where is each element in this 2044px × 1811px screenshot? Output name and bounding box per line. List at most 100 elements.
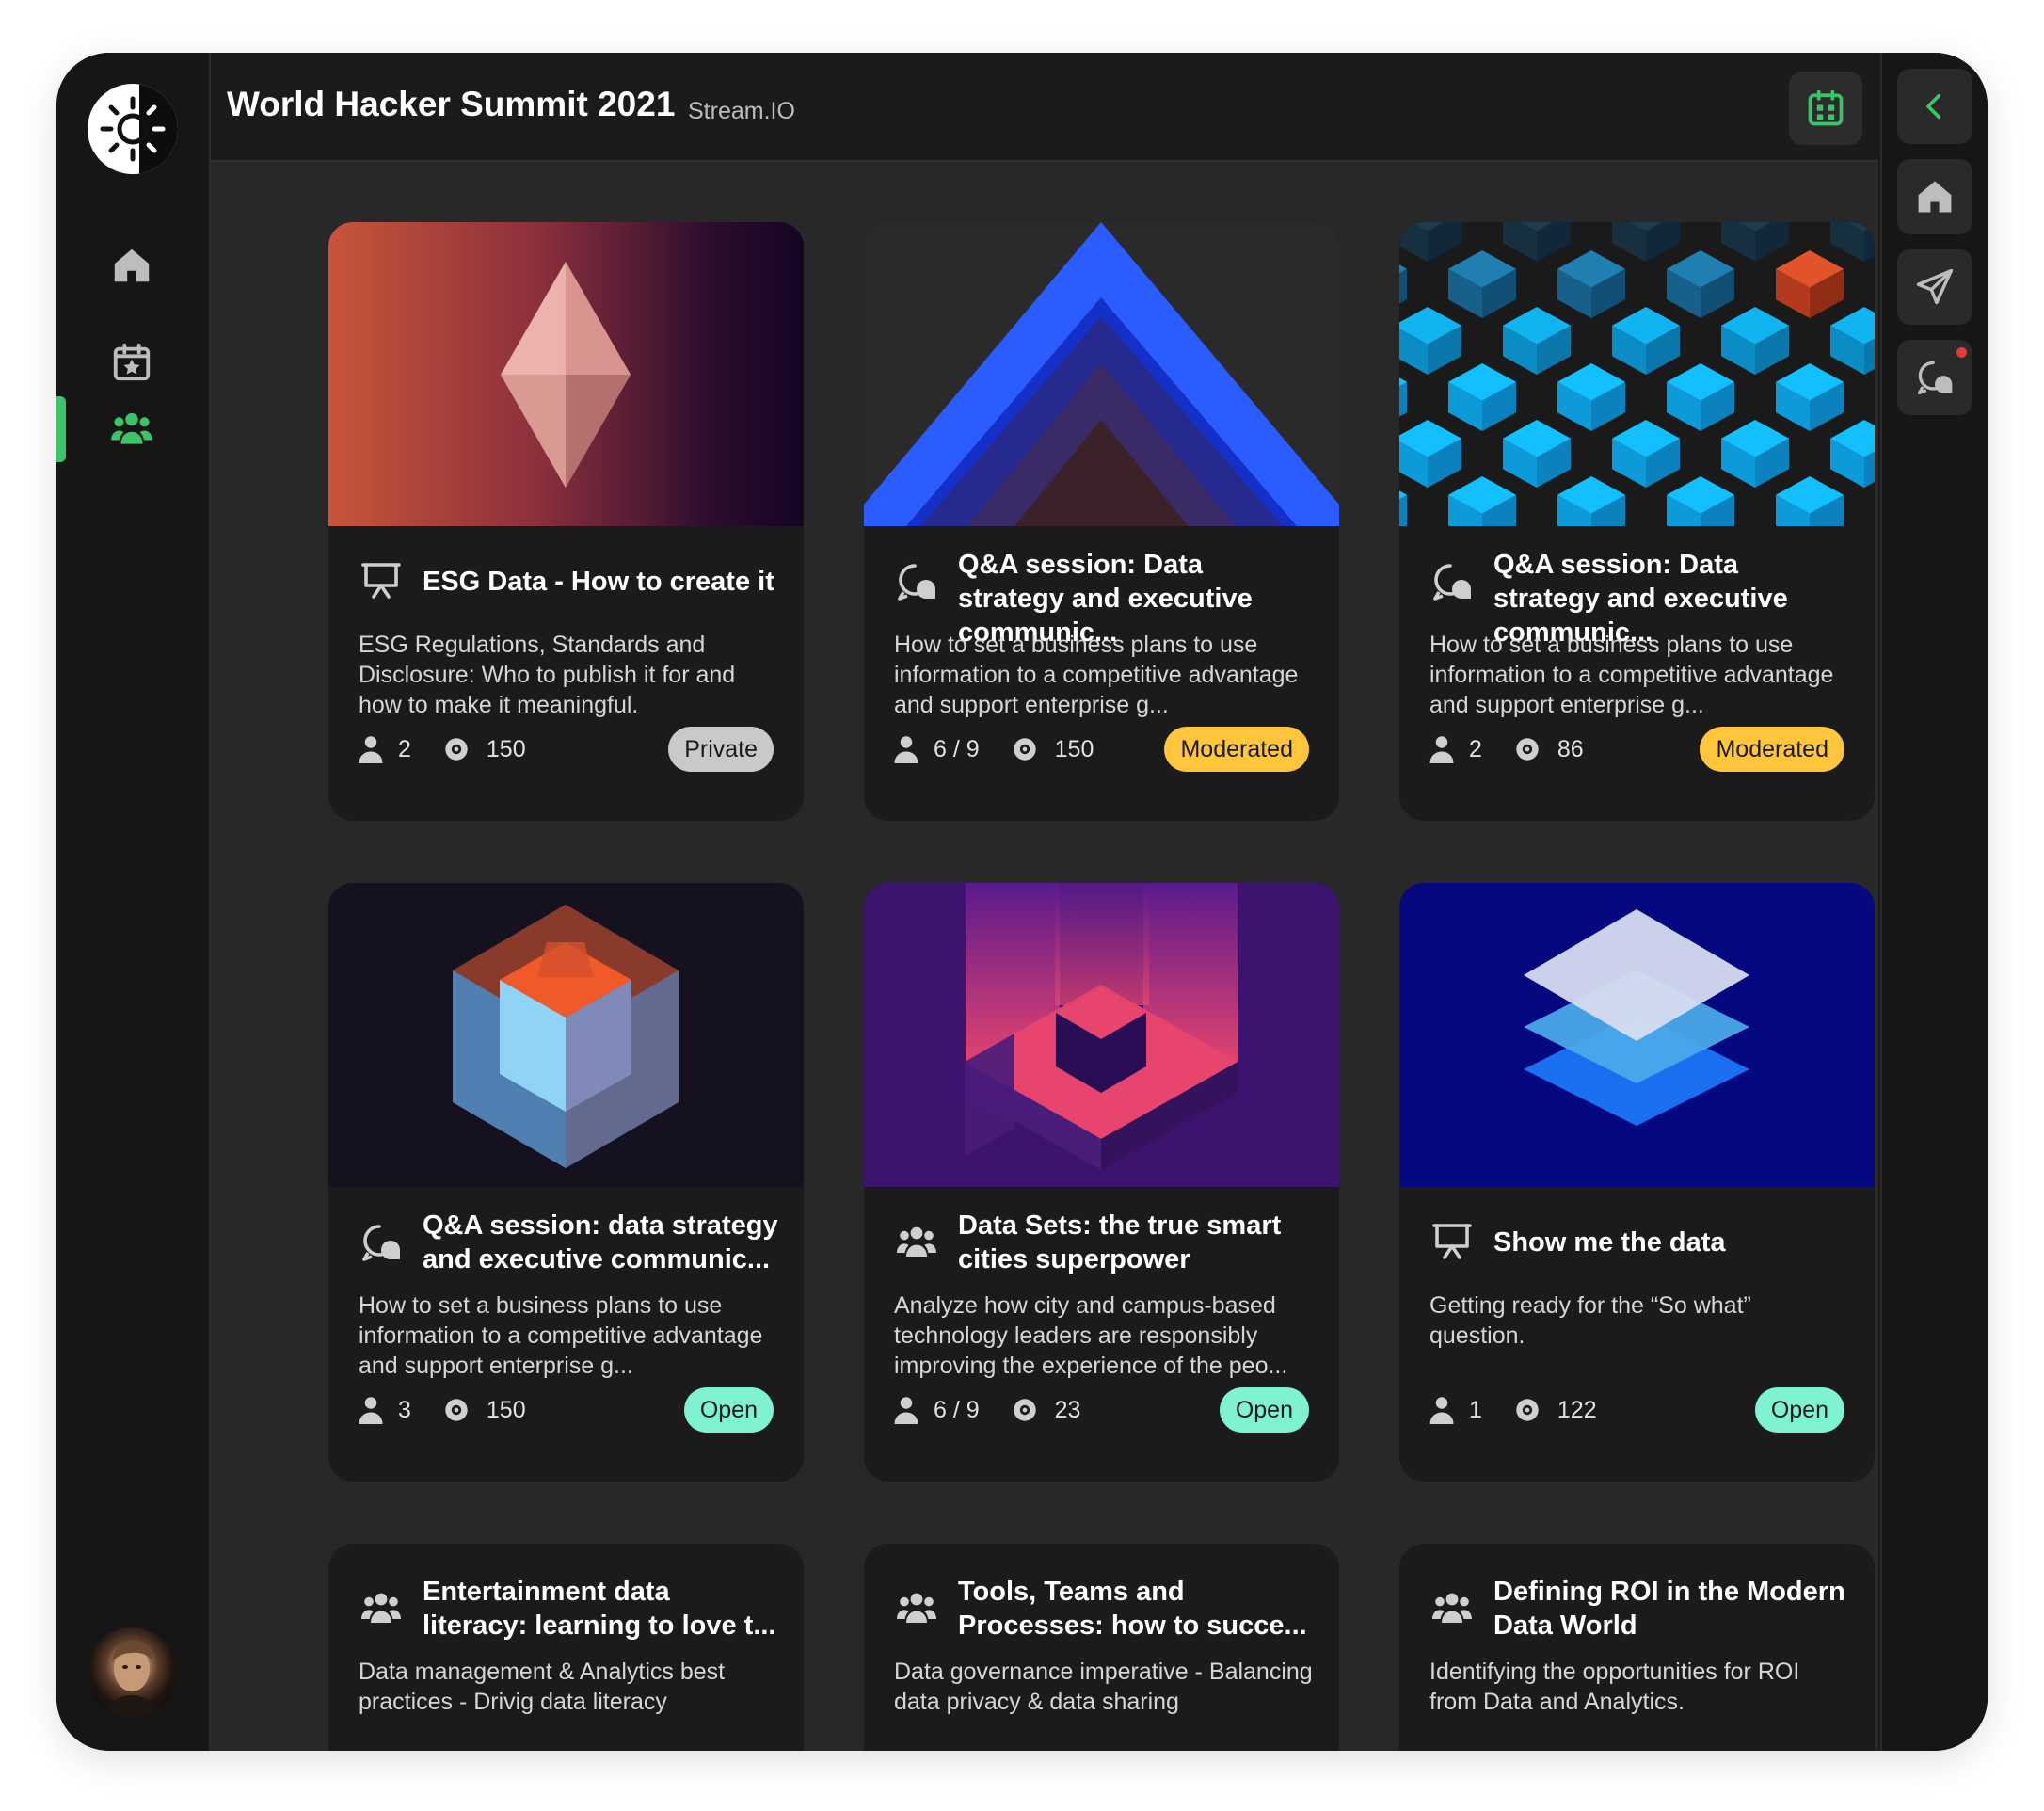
session-title: Data Sets: the true smart cities superpo… [958, 1210, 1282, 1274]
session-title: Tools, Teams and Processes: how to succe… [958, 1577, 1307, 1641]
calendar-star-icon [113, 343, 151, 381]
eye-icon [1516, 1399, 1539, 1421]
status-badge: Private [668, 727, 774, 772]
session-image [1399, 222, 1875, 526]
people-icon [894, 1220, 939, 1265]
session-description: How to set a business plans to use infor… [894, 632, 1299, 718]
session-description: Getting ready for the “So what” question… [1429, 1292, 1751, 1349]
presentation-icon [359, 559, 404, 604]
session-image [328, 222, 804, 526]
eye-icon [1013, 738, 1036, 761]
session-image [1399, 883, 1875, 1187]
person-icon [1429, 1397, 1454, 1424]
nav-community[interactable] [98, 395, 166, 463]
people-icon [894, 1586, 939, 1631]
left-sidebar [56, 53, 211, 1751]
session-title: ESG Data - How to create it [423, 567, 774, 597]
view-count: 150 [486, 1396, 526, 1423]
session-stats: 6 / 9 150 [894, 730, 1124, 768]
session-card[interactable]: Show me the data Getting ready for the “… [1399, 883, 1875, 1482]
status-badge: Moderated [1700, 727, 1844, 772]
session-description: How to set a business plans to use infor… [1429, 632, 1834, 718]
calendar-button[interactable] [1789, 72, 1862, 145]
eye-icon [445, 1399, 468, 1421]
right-sidebar [1880, 53, 1988, 1751]
session-title: Show me the data [1493, 1227, 1726, 1258]
status-badge: Open [1754, 1387, 1844, 1433]
send-icon [1916, 268, 1954, 305]
participant-count: 6 / 9 [934, 735, 980, 762]
session-title: Q&A session: data strategy and executive… [423, 1210, 778, 1274]
status-badge: Moderated [1164, 727, 1309, 772]
session-card[interactable]: Q&A session: Data strategy and executive… [1399, 222, 1875, 821]
participant-count: 6 / 9 [934, 1396, 980, 1423]
nav-home[interactable] [98, 232, 166, 299]
session-stats: 6 / 9 23 [894, 1391, 1110, 1429]
people-icon [111, 412, 152, 444]
session-stats: 2 86 [1429, 730, 1614, 768]
person-icon [359, 736, 383, 763]
person-icon [359, 1397, 383, 1424]
participant-count: 2 [398, 735, 411, 762]
view-count: 150 [486, 735, 526, 762]
session-card[interactable]: Data Sets: the true smart cities superpo… [864, 883, 1339, 1482]
session-description: Identifying the opportunities for ROI fr… [1429, 1659, 1800, 1715]
home-button[interactable] [1897, 159, 1972, 234]
event-subtitle: Stream.IO [688, 98, 795, 124]
eye-icon [1013, 1399, 1036, 1421]
eye-icon [1516, 738, 1539, 761]
session-stats: 3 150 [359, 1391, 556, 1429]
session-card[interactable]: Defining ROI in the Modern Data World Id… [1399, 1544, 1875, 1751]
status-badge: Open [683, 1387, 774, 1433]
view-count: 150 [1054, 735, 1094, 762]
session-card[interactable]: Q&A session: data strategy and executive… [328, 883, 804, 1482]
user-avatar[interactable] [87, 1627, 177, 1718]
top-bar: World Hacker Summit 2021 Stream.IO [211, 53, 1878, 162]
app-window: World Hacker Summit 2021 Stream.IO ESG D… [56, 53, 1988, 1751]
chat-button[interactable] [1897, 340, 1972, 415]
session-image [864, 222, 1339, 526]
session-title: Defining ROI in the Modern Data World [1493, 1577, 1845, 1641]
view-count: 23 [1054, 1396, 1081, 1423]
session-stats: 2 150 [359, 730, 556, 768]
participant-count: 3 [398, 1396, 411, 1423]
participant-count: 2 [1469, 735, 1482, 762]
chevron-left-icon [1926, 93, 1941, 120]
person-icon [894, 1397, 918, 1424]
people-icon [359, 1586, 404, 1631]
app-logo[interactable] [88, 84, 178, 174]
session-description: Data management & Analytics best practic… [359, 1659, 726, 1715]
session-card[interactable]: Tools, Teams and Processes: how to succe… [864, 1544, 1339, 1751]
main-content: World Hacker Summit 2021 Stream.IO ESG D… [211, 53, 1878, 1751]
session-card[interactable]: Q&A session: Data strategy and executive… [864, 222, 1339, 821]
person-icon [1429, 736, 1454, 763]
session-description: Data governance imperative - Balancing d… [894, 1659, 1313, 1715]
collapse-button[interactable] [1897, 69, 1972, 144]
eye-icon [445, 738, 468, 761]
participant-count: 1 [1469, 1396, 1482, 1423]
session-image [328, 883, 804, 1187]
view-count: 86 [1557, 735, 1584, 762]
nav-schedule[interactable] [98, 329, 166, 396]
session-image [864, 883, 1339, 1187]
session-card[interactable]: Entertainment data literacy: learning to… [328, 1544, 804, 1751]
session-description: Analyze how city and campus-based techno… [894, 1292, 1288, 1379]
session-title: Entertainment data literacy: learning to… [423, 1577, 776, 1641]
notification-dot [1956, 347, 1967, 358]
home-icon [114, 248, 150, 282]
chat-icon [359, 1220, 404, 1265]
chat-icon [894, 559, 939, 604]
session-card[interactable]: ESG Data - How to create it ESG Regulati… [328, 222, 804, 821]
session-description: How to set a business plans to use infor… [359, 1292, 763, 1379]
active-indicator [56, 396, 66, 462]
chat-icon [1917, 361, 1953, 395]
people-icon [1429, 1586, 1475, 1631]
session-stats: 1 122 [1429, 1391, 1627, 1429]
send-button[interactable] [1897, 249, 1972, 325]
presentation-icon [1429, 1220, 1475, 1265]
chat-icon [1429, 559, 1475, 604]
person-icon [894, 736, 918, 763]
view-count: 122 [1557, 1396, 1597, 1423]
session-description: ESG Regulations, Standards and Disclosur… [359, 632, 736, 718]
calendar-grid-icon [1808, 89, 1844, 126]
